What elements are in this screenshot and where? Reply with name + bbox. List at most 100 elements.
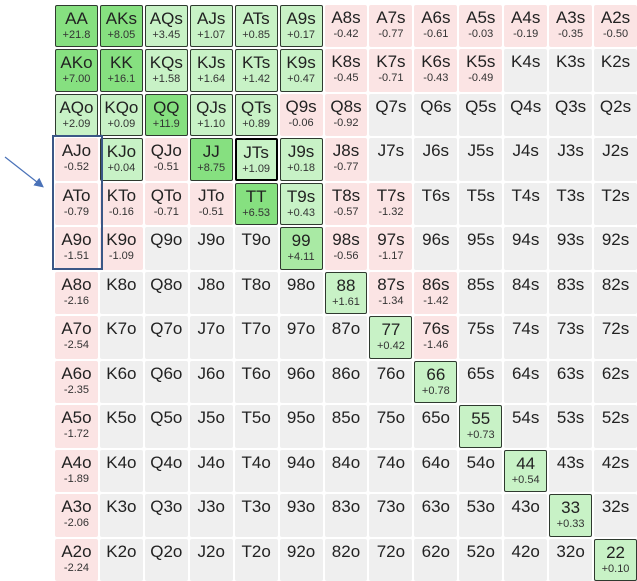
hand-cell-T2o[interactable]: T2o (234, 538, 278, 581)
hand-cell-QJs[interactable]: QJs +1.10 (189, 93, 233, 137)
hand-cell-75o[interactable]: 75o (369, 405, 413, 448)
hand-cell-53s[interactable]: 53s (549, 405, 593, 448)
hand-cell-JJ[interactable]: JJ +8.75 (189, 138, 233, 181)
hand-cell-Q4s[interactable]: Q4s (504, 93, 548, 137)
hand-cell-98o[interactable]: 98o (279, 271, 323, 315)
hand-cell-86s[interactable]: 86s -1.42 (414, 271, 458, 315)
hand-cell-J5s[interactable]: J5s (459, 138, 503, 181)
hand-cell-TT[interactable]: TT +6.53 (234, 182, 278, 226)
hand-cell-54s[interactable]: 54s (504, 405, 548, 448)
hand-cell-84s[interactable]: 84s (504, 271, 548, 315)
hand-cell-A5s[interactable]: A5s -0.03 (459, 5, 503, 48)
hand-cell-85s[interactable]: 85s (459, 271, 503, 315)
hand-cell-Q6s[interactable]: Q6s (414, 93, 458, 137)
hand-cell-AQo[interactable]: AQo +2.09 (55, 93, 98, 137)
hand-cell-T2s[interactable]: T2s (594, 182, 637, 226)
hand-cell-T7s[interactable]: T7s -1.32 (369, 182, 413, 226)
hand-cell-88[interactable]: 88 +1.61 (324, 271, 368, 315)
hand-cell-84o[interactable]: 84o (324, 449, 368, 493)
hand-cell-K5s[interactable]: K5s -0.49 (459, 49, 503, 92)
hand-cell-K7o[interactable]: K7o (99, 316, 143, 359)
hand-cell-92s[interactable]: 92s (594, 227, 637, 270)
hand-cell-AA[interactable]: AA +21.8 (55, 5, 98, 48)
hand-cell-96s[interactable]: 96s (414, 227, 458, 270)
hand-cell-K9o[interactable]: K9o -1.09 (99, 227, 143, 270)
hand-cell-KQs[interactable]: KQs +1.58 (144, 49, 188, 92)
hand-cell-K8o[interactable]: K8o (99, 271, 143, 315)
hand-cell-T8s[interactable]: T8s -0.57 (324, 182, 368, 226)
hand-cell-KJs[interactable]: KJs +1.64 (189, 49, 233, 92)
hand-cell-J4o[interactable]: J4o (189, 449, 233, 493)
hand-cell-K8s[interactable]: K8s -0.45 (324, 49, 368, 92)
hand-cell-QTo[interactable]: QTo -0.71 (144, 182, 188, 226)
hand-cell-97s[interactable]: 97s -1.17 (369, 227, 413, 270)
hand-cell-76s[interactable]: 76s -1.46 (414, 316, 458, 359)
hand-cell-82o[interactable]: 82o (324, 538, 368, 581)
hand-cell-72o[interactable]: 72o (369, 538, 413, 581)
hand-cell-KQo[interactable]: KQo +0.09 (99, 93, 143, 137)
hand-cell-Q3o[interactable]: Q3o (144, 494, 188, 537)
hand-cell-97o[interactable]: 97o (279, 316, 323, 359)
hand-cell-K3s[interactable]: K3s (549, 49, 593, 92)
hand-cell-77[interactable]: 77 +0.42 (369, 316, 413, 359)
hand-cell-J6s[interactable]: J6s (414, 138, 458, 181)
hand-cell-Q5o[interactable]: Q5o (144, 405, 188, 448)
hand-cell-A2o[interactable]: A2o -2.24 (55, 538, 98, 581)
hand-cell-K4o[interactable]: K4o (99, 449, 143, 493)
hand-cell-KTs[interactable]: KTs +1.42 (234, 49, 278, 92)
hand-cell-73o[interactable]: 73o (369, 494, 413, 537)
hand-cell-A4s[interactable]: A4s -0.19 (504, 5, 548, 48)
hand-cell-83s[interactable]: 83s (549, 271, 593, 315)
hand-cell-63s[interactable]: 63s (549, 360, 593, 404)
hand-cell-K6o[interactable]: K6o (99, 360, 143, 404)
hand-cell-Q5s[interactable]: Q5s (459, 93, 503, 137)
hand-cell-74s[interactable]: 74s (504, 316, 548, 359)
hand-cell-86o[interactable]: 86o (324, 360, 368, 404)
hand-cell-74o[interactable]: 74o (369, 449, 413, 493)
hand-cell-Q7o[interactable]: Q7o (144, 316, 188, 359)
hand-cell-J3s[interactable]: J3s (549, 138, 593, 181)
hand-cell-94o[interactable]: 94o (279, 449, 323, 493)
hand-cell-87s[interactable]: 87s -1.34 (369, 271, 413, 315)
hand-cell-K5o[interactable]: K5o (99, 405, 143, 448)
hand-cell-99[interactable]: 99 +4.11 (279, 227, 323, 270)
hand-cell-K3o[interactable]: K3o (99, 494, 143, 537)
hand-cell-J4s[interactable]: J4s (504, 138, 548, 181)
hand-cell-98s[interactable]: 98s -0.56 (324, 227, 368, 270)
hand-cell-82s[interactable]: 82s (594, 271, 637, 315)
hand-cell-Q2s[interactable]: Q2s (594, 93, 637, 137)
hand-cell-Q3s[interactable]: Q3s (549, 93, 593, 137)
hand-cell-32s[interactable]: 32s (594, 494, 637, 537)
hand-cell-T7o[interactable]: T7o (234, 316, 278, 359)
hand-cell-K2s[interactable]: K2s (594, 49, 637, 92)
hand-cell-A7s[interactable]: A7s -0.77 (369, 5, 413, 48)
hand-cell-T5o[interactable]: T5o (234, 405, 278, 448)
hand-cell-64s[interactable]: 64s (504, 360, 548, 404)
hand-cell-52o[interactable]: 52o (459, 538, 503, 581)
hand-cell-95s[interactable]: 95s (459, 227, 503, 270)
hand-cell-KJo[interactable]: KJo +0.04 (99, 138, 143, 181)
hand-cell-T6o[interactable]: T6o (234, 360, 278, 404)
hand-cell-85o[interactable]: 85o (324, 405, 368, 448)
hand-cell-J7s[interactable]: J7s (369, 138, 413, 181)
hand-cell-AJs[interactable]: AJs +1.07 (189, 5, 233, 48)
hand-cell-A3o[interactable]: A3o -2.06 (55, 494, 98, 537)
hand-cell-93s[interactable]: 93s (549, 227, 593, 270)
hand-cell-A4o[interactable]: A4o -1.89 (55, 449, 98, 493)
hand-cell-95o[interactable]: 95o (279, 405, 323, 448)
hand-cell-K6s[interactable]: K6s -0.43 (414, 49, 458, 92)
hand-cell-Q8s[interactable]: Q8s -0.92 (324, 93, 368, 137)
hand-cell-J7o[interactable]: J7o (189, 316, 233, 359)
hand-cell-QTs[interactable]: QTs +0.89 (234, 93, 278, 137)
hand-cell-T4o[interactable]: T4o (234, 449, 278, 493)
hand-cell-Q4o[interactable]: Q4o (144, 449, 188, 493)
hand-cell-A6o[interactable]: A6o -2.35 (55, 360, 98, 404)
hand-cell-Q9o[interactable]: Q9o (144, 227, 188, 270)
hand-cell-AQs[interactable]: AQs +3.45 (144, 5, 188, 48)
hand-cell-A2s[interactable]: A2s -0.50 (594, 5, 637, 48)
hand-cell-A9s[interactable]: A9s +0.17 (279, 5, 323, 48)
hand-cell-83o[interactable]: 83o (324, 494, 368, 537)
hand-cell-96o[interactable]: 96o (279, 360, 323, 404)
hand-cell-94s[interactable]: 94s (504, 227, 548, 270)
hand-cell-64o[interactable]: 64o (414, 449, 458, 493)
